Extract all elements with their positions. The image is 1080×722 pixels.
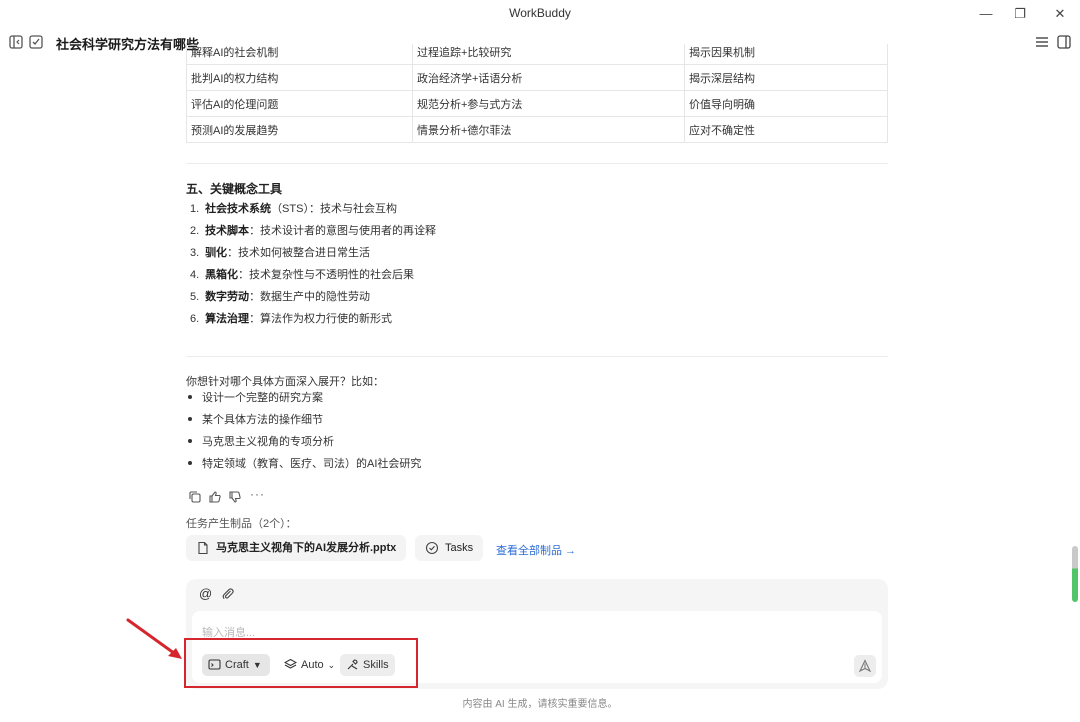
list-item: 6. 算法治理：算法作为权力行使的新形式 xyxy=(190,310,436,332)
concept-term: 社会技术系统 xyxy=(205,203,272,215)
table-cell: 揭示因果机制 xyxy=(684,44,888,65)
list-item: 2. 技术脚本：技术设计者的意图与使用者的再诠释 xyxy=(190,222,436,244)
copy-icon[interactable] xyxy=(188,490,202,504)
list-number: 6. xyxy=(190,313,200,325)
table-cell: 政治经济学+话语分析 xyxy=(412,64,685,91)
window-title: WorkBuddy xyxy=(509,6,571,20)
followup-options: 设计一个完整的研究方案 某个具体方法的操作细节 马克思主义视角的专项分析 特定领… xyxy=(188,390,421,478)
menu-icon[interactable] xyxy=(1034,34,1050,50)
list-item: 马克思主义视角的专项分析 xyxy=(188,434,421,456)
restore-button[interactable]: ❐ xyxy=(1010,4,1030,24)
methods-table: 解释AI的社会机制 过程追踪+比较研究 揭示因果机制 批判AI的权力结构 政治经… xyxy=(186,44,888,150)
side-panel-icon[interactable] xyxy=(1056,34,1072,50)
check-circle-icon xyxy=(425,541,439,555)
concept-desc: ：算法作为权力行使的新形式 xyxy=(249,313,393,325)
concept-list: 1. 社会技术系统（STS）：技术与社会互构 2. 技术脚本：技术设计者的意图与… xyxy=(190,200,436,332)
artifacts-label: 任务产生制品（2个）： xyxy=(186,518,297,530)
list-item: 设计一个完整的研究方案 xyxy=(188,390,421,412)
list-item: 3. 驯化：技术如何被整合进日常生活 xyxy=(190,244,436,266)
list-item: 某个具体方法的操作细节 xyxy=(188,412,421,434)
table-cell: 规范分析+参与式方法 xyxy=(412,90,685,117)
bullet xyxy=(188,417,192,422)
list-number: 5. xyxy=(190,291,200,303)
concept-desc: ：技术复杂性与不透明性的社会后果 xyxy=(238,269,415,281)
concept-desc: ：数据生产中的隐性劳动 xyxy=(249,291,371,303)
table-cell: 价值导向明确 xyxy=(684,90,888,117)
new-task-icon[interactable] xyxy=(28,34,44,50)
chat-title: 社会科学研究方法有哪些 xyxy=(56,37,200,52)
table-cell: 解释AI的社会机制 xyxy=(186,44,413,65)
option-text: 特定领域（教育、医疗、司法）的AI社会研究 xyxy=(202,458,422,470)
bullet xyxy=(188,395,192,400)
concept-term: 数字劳动 xyxy=(205,291,250,303)
followup-question: 你想针对哪个具体方面深入展开？比如： xyxy=(186,376,384,388)
thumbs-up-icon[interactable] xyxy=(208,490,222,504)
table-cell: 评估AI的伦理问题 xyxy=(186,90,413,117)
ai-disclaimer: 内容由 AI 生成，请核实重要信息。 xyxy=(462,699,618,710)
divider xyxy=(186,163,888,164)
table-cell: 揭示深层结构 xyxy=(684,64,888,91)
bullet xyxy=(188,439,192,444)
table-cell: 应对不确定性 xyxy=(684,116,888,143)
title-bar: WorkBuddy — ❐ ✕ xyxy=(0,0,1080,28)
list-number: 3. xyxy=(190,247,200,259)
table-cell: 预测AI的发展趋势 xyxy=(186,116,413,143)
send-icon xyxy=(858,659,872,673)
table-row: 解释AI的社会机制 过程追踪+比较研究 揭示因果机制 xyxy=(186,44,888,65)
concept-term: 黑箱化 xyxy=(205,269,239,281)
option-text: 某个具体方法的操作细节 xyxy=(202,414,323,426)
scrollbar[interactable] xyxy=(1072,546,1078,602)
collapse-sidebar-icon[interactable] xyxy=(8,34,24,50)
send-button[interactable] xyxy=(854,655,876,677)
table-row: 批判AI的权力结构 政治经济学+话语分析 揭示深层结构 xyxy=(186,64,888,91)
mention-icon[interactable]: @ xyxy=(199,587,213,601)
annotation-arrow-icon xyxy=(126,618,182,659)
concept-term: 技术脚本 xyxy=(205,225,250,237)
annotation-highlight-box xyxy=(184,638,418,688)
minimize-button[interactable]: — xyxy=(976,4,996,24)
view-all-artifacts-link[interactable]: 查看全部制品 → xyxy=(496,542,576,558)
list-item: 1. 社会技术系统（STS）：技术与社会互构 xyxy=(190,200,436,222)
list-item: 特定领域（教育、医疗、司法）的AI社会研究 xyxy=(188,456,421,478)
concept-desc: ：技术设计者的意图与使用者的再诠释 xyxy=(249,225,437,237)
concept-term: 算法治理 xyxy=(205,313,250,325)
attachment-icon[interactable] xyxy=(221,587,235,601)
concept-desc: ：技术如何被整合进日常生活 xyxy=(227,247,371,259)
list-item: 5. 数字劳动：数据生产中的隐性劳动 xyxy=(190,288,436,310)
tasks-chip[interactable]: Tasks xyxy=(415,535,484,561)
table-row: 预测AI的发展趋势 情景分析+德尔菲法 应对不确定性 xyxy=(186,116,888,143)
concept-desc: （STS）：技术与社会互构 xyxy=(271,203,397,215)
artifact-file-name: 马克思主义视角下的AI发展分析.pptx xyxy=(216,542,397,554)
concept-term: 驯化 xyxy=(205,247,228,259)
more-options-icon[interactable]: ··· xyxy=(250,487,265,501)
table-cell: 批判AI的权力结构 xyxy=(186,64,413,91)
table-cell: 情景分析+德尔菲法 xyxy=(412,116,685,143)
tasks-label: Tasks xyxy=(445,542,474,554)
divider xyxy=(186,356,888,357)
list-number: 4. xyxy=(190,269,200,281)
list-number: 1. xyxy=(190,203,200,215)
thumbs-down-icon[interactable] xyxy=(228,490,242,504)
option-text: 马克思主义视角的专项分析 xyxy=(202,436,334,448)
bullet xyxy=(188,461,192,466)
document-icon xyxy=(196,541,210,555)
list-item: 4. 黑箱化：技术复杂性与不透明性的社会后果 xyxy=(190,266,436,288)
section-heading: 五、关键概念工具 xyxy=(186,182,283,196)
option-text: 设计一个完整的研究方案 xyxy=(202,392,323,404)
close-button[interactable]: ✕ xyxy=(1050,4,1070,24)
table-row: 评估AI的伦理问题 规范分析+参与式方法 价值导向明确 xyxy=(186,90,888,117)
artifact-file-chip[interactable]: 马克思主义视角下的AI发展分析.pptx xyxy=(186,535,407,561)
table-cell: 过程追踪+比较研究 xyxy=(412,44,685,65)
list-number: 2. xyxy=(190,225,200,237)
